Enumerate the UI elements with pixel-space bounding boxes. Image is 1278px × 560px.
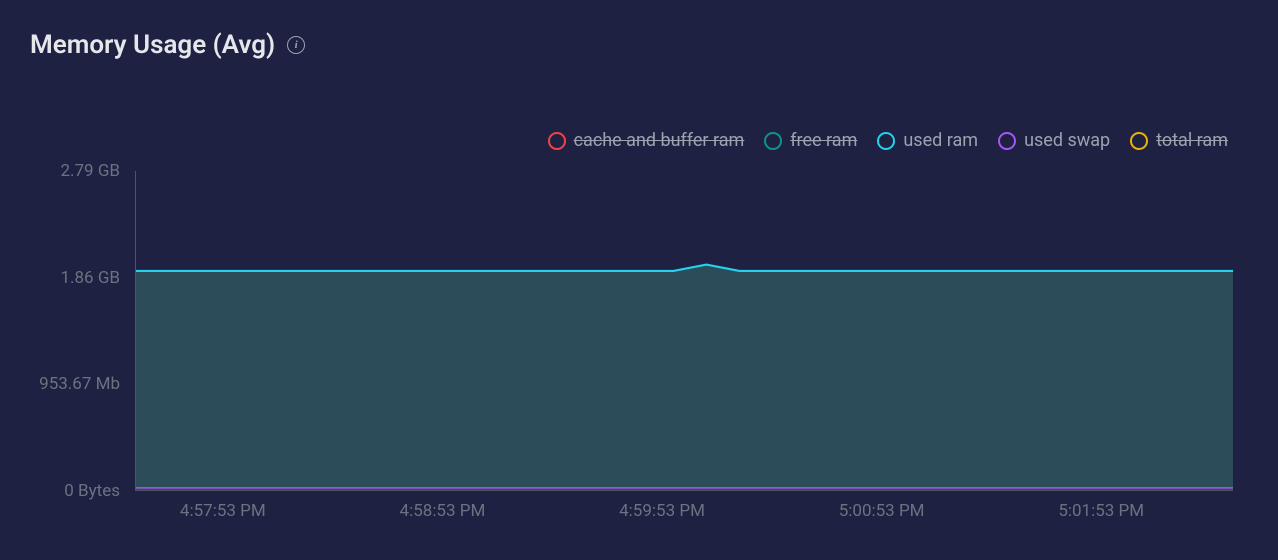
- legend-label: cache and buffer ram: [574, 130, 745, 151]
- legend-swatch-icon: [998, 132, 1016, 150]
- legend-item-used-swap[interactable]: used swap: [998, 130, 1110, 151]
- x-axis: 4:57:53 PM 4:58:53 PM 4:59:53 PM 5:00:53…: [135, 501, 1233, 531]
- y-axis-tick: 1.86 GB: [60, 268, 120, 288]
- info-icon[interactable]: i: [287, 36, 305, 54]
- chart-plot-area: 2.79 GB 1.86 GB 953.67 Mb 0 Bytes: [135, 171, 1233, 491]
- legend-item-free-ram[interactable]: free ram: [764, 130, 857, 151]
- legend-label: used ram: [903, 130, 978, 151]
- legend-item-used-ram[interactable]: used ram: [877, 130, 978, 151]
- legend-swatch-icon: [764, 132, 782, 150]
- x-axis-tick: 4:58:53 PM: [400, 501, 486, 521]
- series-area-used-ram: [136, 265, 1233, 490]
- legend-swatch-icon: [877, 132, 895, 150]
- legend-item-cache-buffer[interactable]: cache and buffer ram: [548, 130, 745, 151]
- y-axis-tick: 2.79 GB: [60, 161, 120, 181]
- x-axis-tick: 4:59:53 PM: [619, 501, 705, 521]
- x-axis-tick: 5:01:53 PM: [1058, 501, 1144, 521]
- y-axis: 2.79 GB 1.86 GB 953.67 Mb 0 Bytes: [30, 171, 120, 491]
- y-axis-tick: 953.67 Mb: [39, 374, 120, 394]
- y-axis-tick: 0 Bytes: [64, 481, 120, 501]
- legend-swatch-icon: [548, 132, 566, 150]
- legend-label: free ram: [790, 130, 857, 151]
- x-axis-tick: 4:57:53 PM: [180, 501, 266, 521]
- chart-title: Memory Usage (Avg): [30, 30, 275, 60]
- chart-svg: [136, 171, 1233, 490]
- legend-label: used swap: [1024, 130, 1110, 151]
- legend-swatch-icon: [1130, 132, 1148, 150]
- x-axis-tick: 5:00:53 PM: [839, 501, 925, 521]
- legend-item-total-ram[interactable]: total ram: [1130, 130, 1228, 151]
- legend-label: total ram: [1156, 130, 1228, 151]
- plot-canvas[interactable]: [135, 171, 1233, 491]
- chart-legend: cache and buffer ram free ram used ram u…: [30, 130, 1258, 151]
- chart-header: Memory Usage (Avg) i: [30, 30, 1258, 60]
